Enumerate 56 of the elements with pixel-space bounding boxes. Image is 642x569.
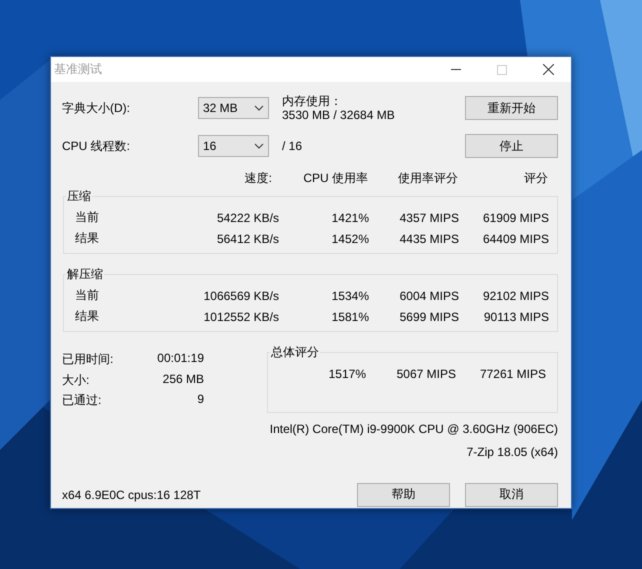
cpu-info: Intel(R) Core(TM) i9-9900K CPU @ 3.60GHz (906EC)	[270, 422, 558, 436]
stat-value: 00:01:19	[157, 351, 204, 367]
column-header: 速度:	[244, 170, 272, 187]
setting-label: CPU 线程数:	[62, 138, 132, 154]
table-cell-text: 1421%	[330, 210, 369, 224]
column-header: 使用率评分	[397, 170, 458, 187]
group-title: 压缩	[66, 188, 92, 205]
table-cell-text: 56412 KB/s	[216, 232, 279, 246]
table-cell-text: 77261 MIPS	[478, 367, 546, 383]
table-cell-text: 1581%	[330, 310, 369, 324]
table-cell-text: 4435 MIPS	[398, 232, 459, 246]
table-cell-text: 1452%	[330, 232, 369, 246]
stat-value: 256 MB	[162, 372, 204, 388]
maximize-icon	[497, 64, 507, 74]
table-cell-text: 90113 MIPS	[482, 310, 549, 324]
column-header: CPU 使用率	[302, 170, 368, 187]
window-title: 基准测试	[54, 61, 103, 78]
table-cell-text: 61909 MIPS	[482, 210, 549, 224]
table-cell-text: 5699 MIPS	[398, 310, 459, 324]
table-cell-text: 1534%	[330, 288, 369, 302]
version-text: 7-Zip 18.05 (x64)	[466, 444, 558, 458]
threads-total: / 16	[282, 139, 304, 153]
table-cell-text: 64409 MIPS	[482, 232, 549, 246]
stat-value: 9	[197, 392, 204, 408]
chevron-icon	[254, 143, 264, 149]
stat-label: 大小:	[62, 372, 90, 388]
table-cell-text: 1517%	[328, 367, 366, 383]
row-label: 结果	[75, 308, 100, 325]
restart-button[interactable]: 重新开始	[465, 96, 558, 120]
dropdown[interactable]: 16	[198, 135, 269, 157]
dropdown[interactable]: 32 MB	[198, 97, 269, 119]
stop-button[interactable]: 停止	[465, 134, 558, 158]
build-info: x64 6.9E0C cpus:16 128T	[62, 488, 202, 502]
table-cell-text: 54222 KB/s	[216, 210, 279, 224]
group-title: 解压缩	[66, 266, 104, 283]
column-header: 评分	[523, 170, 548, 187]
row-label: 结果	[75, 230, 100, 247]
table-cell-text: 6004 MIPS	[398, 288, 459, 302]
table-cell-text: 1066569 KB/s	[202, 288, 279, 302]
minimize-icon	[451, 69, 461, 70]
table-cell-text: 1012552 KB/s	[202, 310, 279, 324]
help-button[interactable]: 帮助	[357, 482, 450, 506]
stat-label: 已通过:	[62, 392, 102, 409]
table-cell-text: 5067 MIPS	[396, 367, 456, 383]
group-title: 总体评分	[270, 344, 320, 361]
close-icon	[542, 64, 554, 75]
row-label: 当前	[75, 209, 100, 226]
table-cell-text: 4357 MIPS	[398, 210, 459, 224]
row-label: 当前	[75, 287, 100, 304]
table-cell-text: 92102 MIPS	[482, 288, 549, 302]
memory-value: 3530 MB / 32684 MB	[282, 108, 396, 122]
chevron-icon	[254, 105, 264, 111]
setting-label: 字典大小(D):	[62, 100, 131, 116]
cancel-button[interactable]: 取消	[465, 482, 558, 506]
memory-label: 内存使用：	[282, 94, 343, 108]
stat-label: 已用时间:	[62, 351, 114, 368]
